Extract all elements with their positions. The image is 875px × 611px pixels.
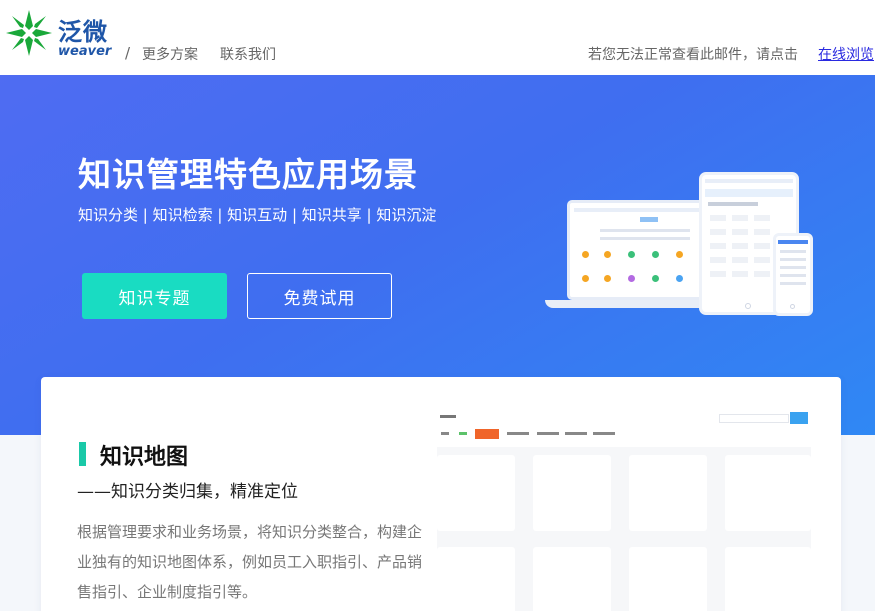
laptop-screen-image bbox=[567, 200, 717, 300]
screenshot-tile bbox=[533, 547, 611, 611]
section-description: 根据管理要求和业务场景，将知识分类整合，构建企业独有的知识地图体系，例如员工入职… bbox=[77, 523, 423, 601]
knowledge-map-card: 知识地图 ——知识分类归集，精准定位 根据管理要求和业务场景，将知识分类整合，构… bbox=[41, 377, 841, 611]
logo-text-en: weaver bbox=[58, 44, 112, 59]
screenshot-tile bbox=[629, 455, 707, 531]
free-trial-button[interactable]: 免费试用 bbox=[247, 273, 392, 319]
banner-subtitle: 知识分类 | 知识检索 | 知识互动 | 知识共享 | 知识沉淀 bbox=[78, 206, 437, 224]
screenshot-toolbar bbox=[437, 407, 811, 447]
screenshot-tile bbox=[629, 547, 707, 611]
nav-more-solutions-link[interactable]: 更多方案 bbox=[142, 44, 198, 64]
phone-image bbox=[773, 233, 813, 316]
screenshot-tile bbox=[725, 547, 811, 611]
screenshot-search-button bbox=[790, 412, 808, 424]
screenshot-active-tab bbox=[475, 429, 499, 439]
screenshot-tile bbox=[437, 547, 515, 611]
weaver-logo-icon bbox=[6, 10, 52, 56]
section-subtitle: ——知识分类归集，精准定位 bbox=[77, 482, 298, 502]
logo-text-cn: 泛微 bbox=[58, 18, 108, 46]
header: 泛微 weaver / 更多方案 联系我们 若您无法正常查看此邮件，请点击 在线… bbox=[0, 0, 875, 75]
view-online-notice: 若您无法正常查看此邮件，请点击 bbox=[588, 47, 798, 63]
section-title: 知识地图 bbox=[100, 445, 189, 470]
screenshot-tile bbox=[437, 455, 515, 531]
knowledge-topic-button[interactable]: 知识专题 bbox=[82, 273, 227, 319]
screenshot-tile bbox=[533, 455, 611, 531]
view-online-link[interactable]: 在线浏览 bbox=[818, 44, 874, 64]
banner-title: 知识管理特色应用场景 bbox=[78, 155, 418, 194]
nav-separator: / bbox=[125, 44, 131, 62]
devices-illustration bbox=[545, 170, 815, 320]
email-page: 泛微 weaver / 更多方案 联系我们 若您无法正常查看此邮件，请点击 在线… bbox=[0, 0, 875, 611]
section-accent-bar bbox=[79, 442, 86, 466]
screenshot-search-box bbox=[719, 414, 789, 423]
weaver-logo[interactable]: 泛微 weaver bbox=[4, 6, 114, 64]
knowledge-map-screenshot bbox=[437, 407, 811, 611]
nav-contact-link[interactable]: 联系我们 bbox=[220, 44, 276, 64]
screenshot-tile bbox=[725, 455, 811, 531]
